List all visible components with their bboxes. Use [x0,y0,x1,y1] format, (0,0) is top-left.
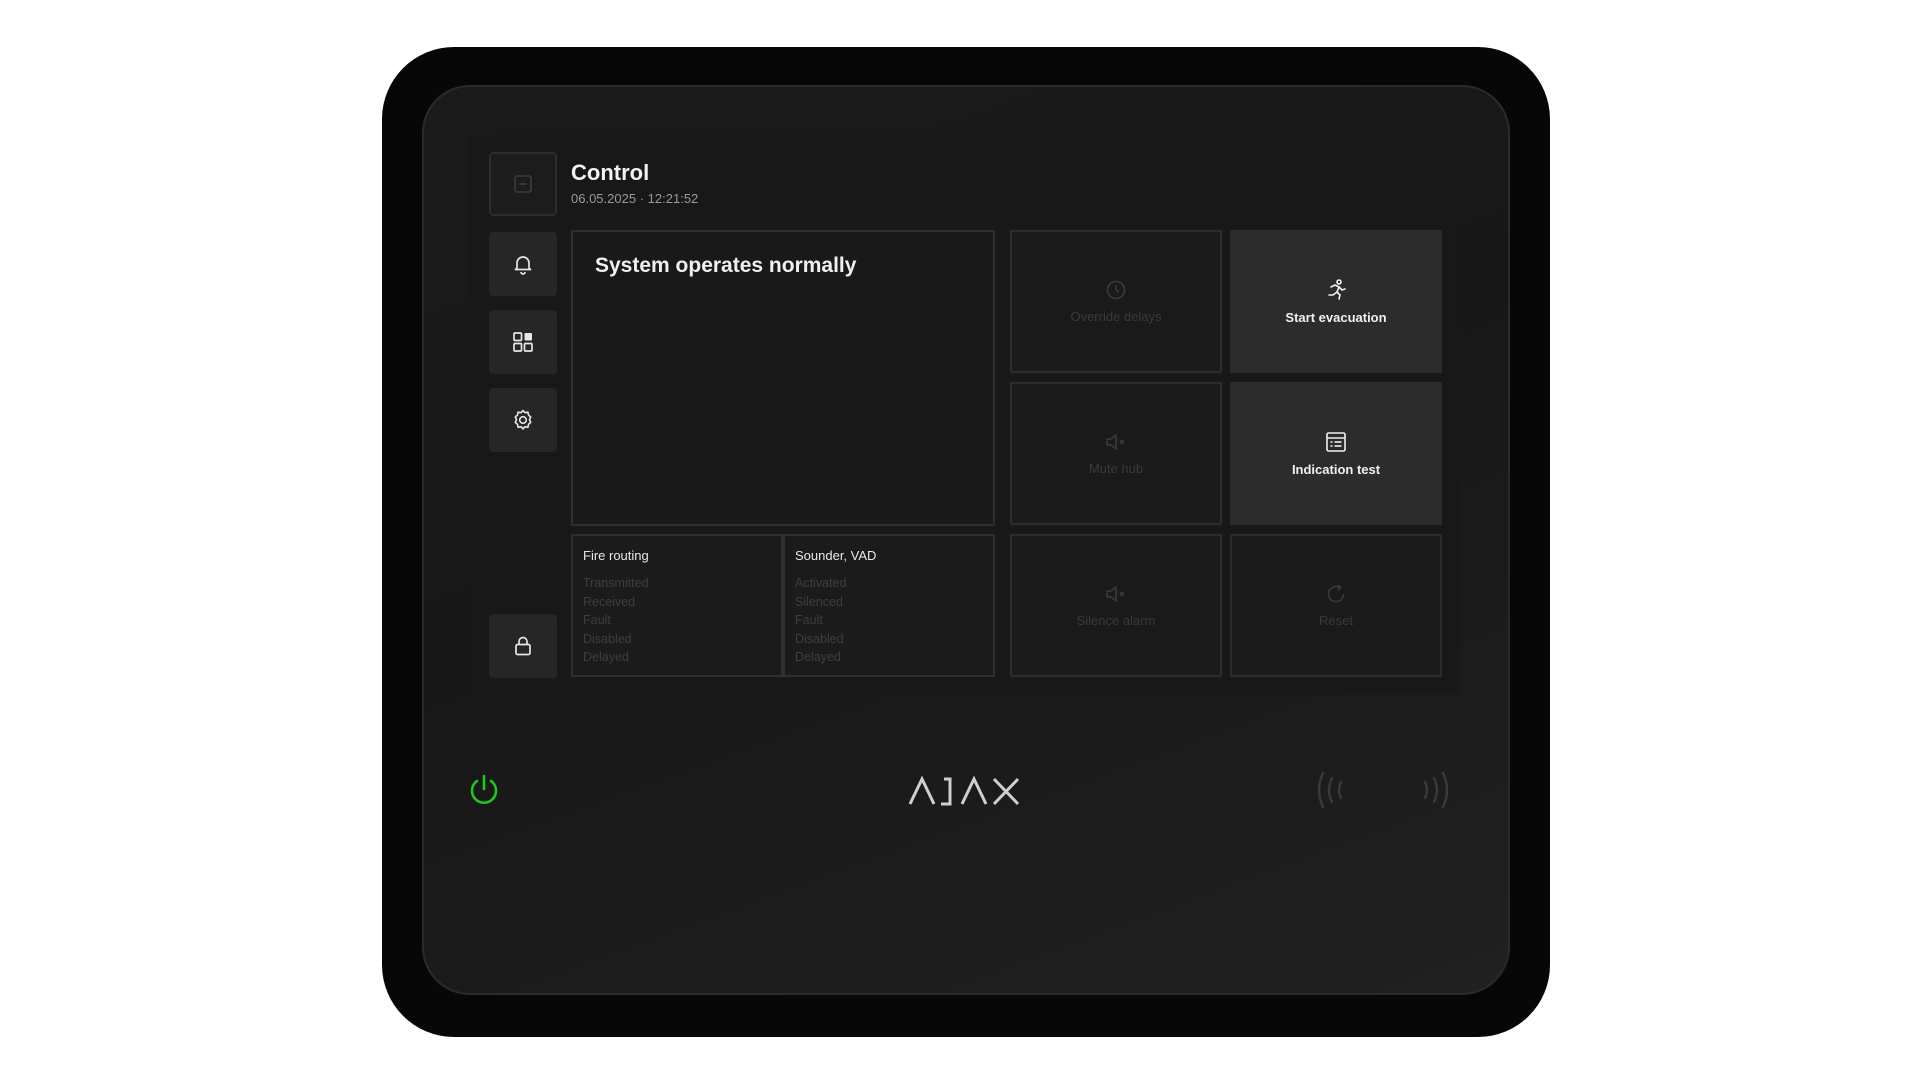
speaker-mute-icon [1106,586,1125,602]
list-item: Delayed [795,650,841,664]
notifications-button[interactable] [489,232,557,296]
page-title: Control [571,160,650,185]
system-status-panel: System operates normally [571,230,995,526]
silence-alarm-label: Silence alarm [1076,613,1156,628]
list-item: Transmitted [583,576,649,590]
list-item: Activated [795,576,847,590]
override-delays-label: Override delays [1070,309,1162,324]
mute-hub-button[interactable]: Mute hub [1010,382,1222,525]
minus-square-icon [514,175,532,193]
indication-test-label: Indication test [1291,462,1381,477]
clock-icon [1106,280,1126,300]
test-panel-icon [1326,432,1346,452]
list-item: Disabled [795,631,844,646]
grid-icon [513,332,533,352]
date-time: 06.05.2025 · 12:21:52 [571,191,698,206]
list-item: Received [583,594,636,609]
bell-icon [514,256,532,275]
time: 12:21:52 [647,191,699,206]
sounder-vad-title: Sounder, VAD [795,548,877,563]
fire-routing-card[interactable]: Fire routing Transmitted Received Fault … [571,534,783,677]
list-item: Fault [795,613,823,627]
collapse-button[interactable] [489,152,557,216]
start-evacuation-label: Start evacuation [1285,310,1387,325]
list-item: Delayed [583,650,629,664]
override-delays-button[interactable]: Override delays [1010,230,1222,373]
silence-alarm-button[interactable]: Silence alarm [1010,534,1222,677]
fire-routing-list: Transmitted Received Fault Disabled Dela… [583,574,649,667]
settings-button[interactable] [489,388,557,452]
mute-hub-label: Mute hub [1088,461,1144,476]
lock-button[interactable] [489,614,557,678]
dashboard-button[interactable] [489,310,557,374]
reset-button[interactable]: Reset [1230,534,1442,677]
lock-icon [515,636,531,656]
sounder-vad-list: Activated Silenced Fault Disabled Delaye… [795,574,846,667]
date-time-separator: · [639,191,645,206]
running-person-icon [1328,279,1346,300]
fire-routing-title: Fire routing [583,548,649,563]
sounder-vad-card[interactable]: Sounder, VAD Activated Silenced Fault Di… [783,534,995,677]
nfc-reader-icon [1317,771,1449,809]
date: 06.05.2025 [571,191,637,206]
system-status-text: System operates normally [595,254,857,277]
reset-label: Reset [1319,613,1353,628]
speaker-mute-icon [1106,434,1125,450]
list-item: Silenced [795,594,843,609]
ajax-logo [908,776,1020,806]
reset-icon [1327,584,1345,603]
gear-icon [514,409,532,430]
list-item: Fault [583,613,611,627]
start-evacuation-button[interactable]: Start evacuation [1230,230,1442,373]
list-item: Disabled [583,631,632,646]
indication-test-button[interactable]: Indication test [1230,382,1442,525]
power-icon [470,774,498,804]
